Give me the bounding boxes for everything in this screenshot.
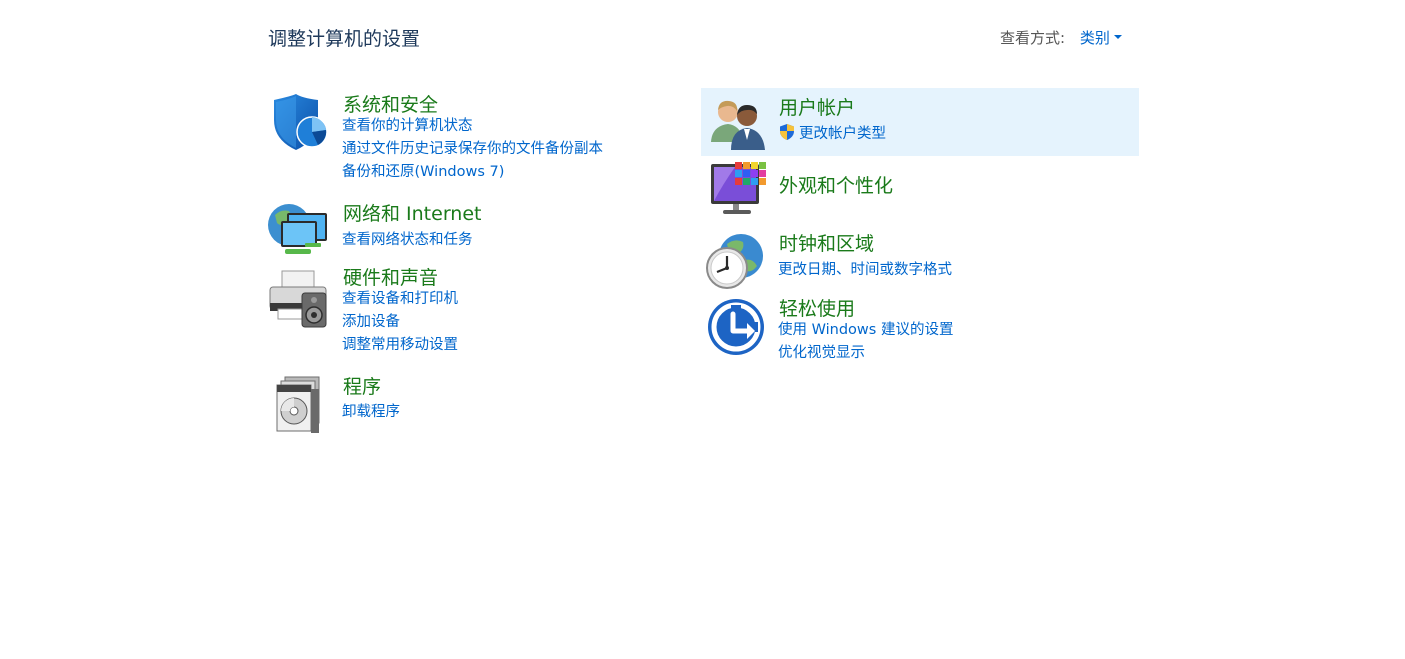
category-title-user-accounts[interactable]: 用户帐户 bbox=[779, 93, 855, 120]
category-network-internet: 网络和 Internet 查看网络状态和任务 bbox=[265, 199, 695, 259]
category-hardware-sound: 硬件和声音 查看设备和打印机 添加设备 调整常用移动设置 bbox=[265, 263, 695, 358]
link-file-history-backup[interactable]: 通过文件历史记录保存你的文件备份副本 bbox=[342, 138, 603, 161]
category-title-hardware-sound[interactable]: 硬件和声音 bbox=[343, 263, 438, 290]
dropdown-arrow-icon bbox=[1113, 34, 1122, 39]
category-title-clock-region[interactable]: 时钟和区域 bbox=[779, 229, 874, 256]
page-title: 调整计算机的设置 bbox=[268, 28, 421, 50]
link-change-account-type-label: 更改帐户类型 bbox=[799, 126, 886, 142]
programs-disc-icon[interactable] bbox=[271, 375, 331, 435]
link-change-account-type[interactable]: 更改帐户类型 bbox=[778, 123, 886, 146]
ease-of-access-icon[interactable] bbox=[707, 298, 767, 358]
link-add-device[interactable]: 添加设备 bbox=[342, 311, 458, 334]
category-title-system-security[interactable]: 系统和安全 bbox=[343, 90, 438, 117]
printer-speaker-icon[interactable] bbox=[268, 269, 328, 329]
appearance-monitor-icon[interactable] bbox=[709, 160, 769, 220]
security-shield-icon[interactable] bbox=[268, 94, 328, 154]
category-appearance-personalization: 外观和个性化 bbox=[701, 160, 1139, 222]
category-programs: 程序 卸载程序 bbox=[265, 372, 695, 435]
user-accounts-icon[interactable] bbox=[709, 94, 769, 154]
link-backup-restore-win7[interactable]: 备份和还原(Windows 7) bbox=[342, 161, 603, 184]
category-title-network-internet[interactable]: 网络和 Internet bbox=[343, 199, 481, 226]
link-view-computer-status[interactable]: 查看你的计算机状态 bbox=[342, 115, 603, 138]
category-clock-region: 时钟和区域 更改日期、时间或数字格式 bbox=[701, 229, 1139, 291]
category-system-security: 系统和安全 查看你的计算机状态 通过文件历史记录保存你的文件备份副本 备份和还原… bbox=[265, 90, 695, 190]
view-by: 查看方式: 类别 bbox=[1000, 27, 1122, 48]
link-view-network-status[interactable]: 查看网络状态和任务 bbox=[342, 229, 473, 252]
link-uninstall-program[interactable]: 卸载程序 bbox=[342, 401, 400, 424]
network-globe-icon[interactable] bbox=[267, 197, 327, 257]
link-mobility-settings[interactable]: 调整常用移动设置 bbox=[342, 334, 458, 357]
link-devices-printers[interactable]: 查看设备和打印机 bbox=[342, 288, 458, 311]
view-by-dropdown[interactable]: 类别 bbox=[1080, 29, 1122, 47]
uac-shield-icon bbox=[778, 123, 796, 141]
link-windows-recommended-settings[interactable]: 使用 Windows 建议的设置 bbox=[778, 319, 953, 342]
clock-globe-icon[interactable] bbox=[705, 232, 765, 292]
category-title-ease-of-access[interactable]: 轻松使用 bbox=[779, 294, 855, 321]
view-by-label: 查看方式: bbox=[1000, 29, 1066, 47]
link-change-date-time-format[interactable]: 更改日期、时间或数字格式 bbox=[778, 259, 952, 282]
category-title-programs[interactable]: 程序 bbox=[343, 372, 381, 399]
category-title-appearance-personalization[interactable]: 外观和个性化 bbox=[779, 171, 893, 198]
category-ease-of-access: 轻松使用 使用 Windows 建议的设置 优化视觉显示 bbox=[701, 294, 1139, 366]
category-user-accounts: 用户帐户 更改帐户类型 bbox=[701, 88, 1139, 156]
view-by-value: 类别 bbox=[1079, 29, 1110, 47]
link-optimize-visual-display[interactable]: 优化视觉显示 bbox=[778, 342, 953, 365]
